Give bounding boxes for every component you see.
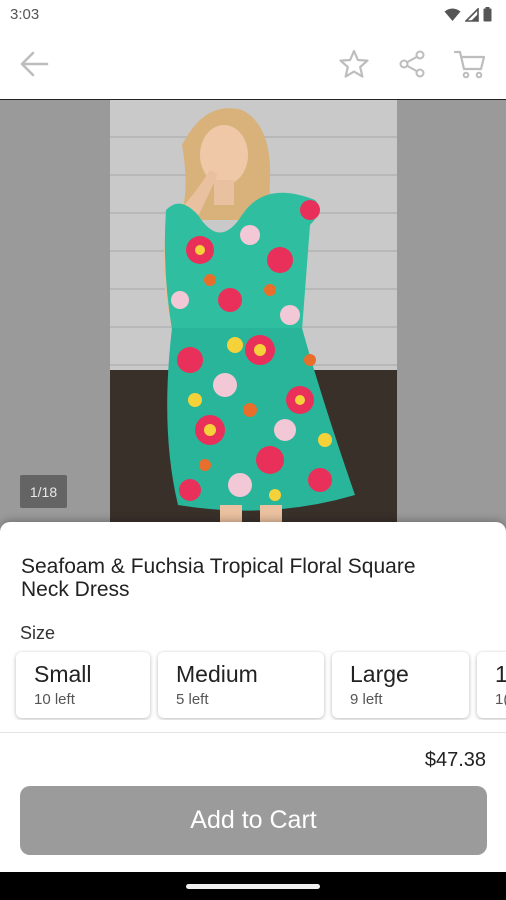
size-stock: 10 left bbox=[34, 691, 75, 708]
image-page-indicator: 1/18 bbox=[20, 475, 67, 508]
cellular-signal-icon bbox=[465, 7, 479, 22]
size-stock: 5 left bbox=[176, 691, 209, 708]
size-name: Medium bbox=[176, 661, 258, 687]
product-photo bbox=[110, 100, 397, 540]
size-name: 1 bbox=[495, 661, 506, 687]
size-stock: 1( bbox=[495, 691, 506, 708]
floral-dress-illustration bbox=[163, 108, 355, 540]
size-option-large[interactable]: Large 9 left bbox=[332, 652, 469, 718]
share-icon bbox=[399, 50, 425, 78]
divider bbox=[0, 732, 506, 733]
back-arrow-icon bbox=[20, 51, 49, 77]
wifi-icon bbox=[444, 8, 461, 21]
favorite-button[interactable] bbox=[336, 46, 372, 82]
cart-icon bbox=[454, 50, 486, 79]
battery-icon bbox=[483, 7, 492, 22]
product-image-gallery[interactable]: 1/18 bbox=[0, 100, 506, 540]
system-navigation-bar bbox=[0, 872, 506, 900]
star-icon bbox=[339, 49, 369, 78]
back-button[interactable] bbox=[16, 46, 52, 82]
cart-button[interactable] bbox=[452, 46, 488, 82]
size-option-partial[interactable]: 1 1( bbox=[477, 652, 506, 718]
product-title: Seafoam & Fuchsia Tropical Floral Square… bbox=[21, 555, 416, 601]
status-icons bbox=[444, 7, 492, 22]
size-label: Size bbox=[20, 623, 56, 643]
home-gesture-handle[interactable] bbox=[186, 884, 320, 889]
app-bar bbox=[0, 30, 506, 100]
size-name: Small bbox=[34, 661, 92, 687]
status-time: 3:03 bbox=[10, 6, 40, 23]
size-name: Large bbox=[350, 661, 409, 687]
size-options[interactable]: Small 10 left Medium 5 left Large 9 left… bbox=[0, 650, 506, 720]
status-bar: 3:03 bbox=[0, 0, 506, 30]
product-details-sheet: Seafoam & Fuchsia Tropical Floral Square… bbox=[0, 522, 506, 872]
size-stock: 9 left bbox=[350, 691, 383, 708]
size-option-small[interactable]: Small 10 left bbox=[16, 652, 150, 718]
size-option-medium[interactable]: Medium 5 left bbox=[158, 652, 324, 718]
product-price: $47.38 bbox=[424, 749, 486, 771]
share-button[interactable] bbox=[394, 46, 430, 82]
add-to-cart-button[interactable]: Add to Cart bbox=[20, 786, 487, 855]
